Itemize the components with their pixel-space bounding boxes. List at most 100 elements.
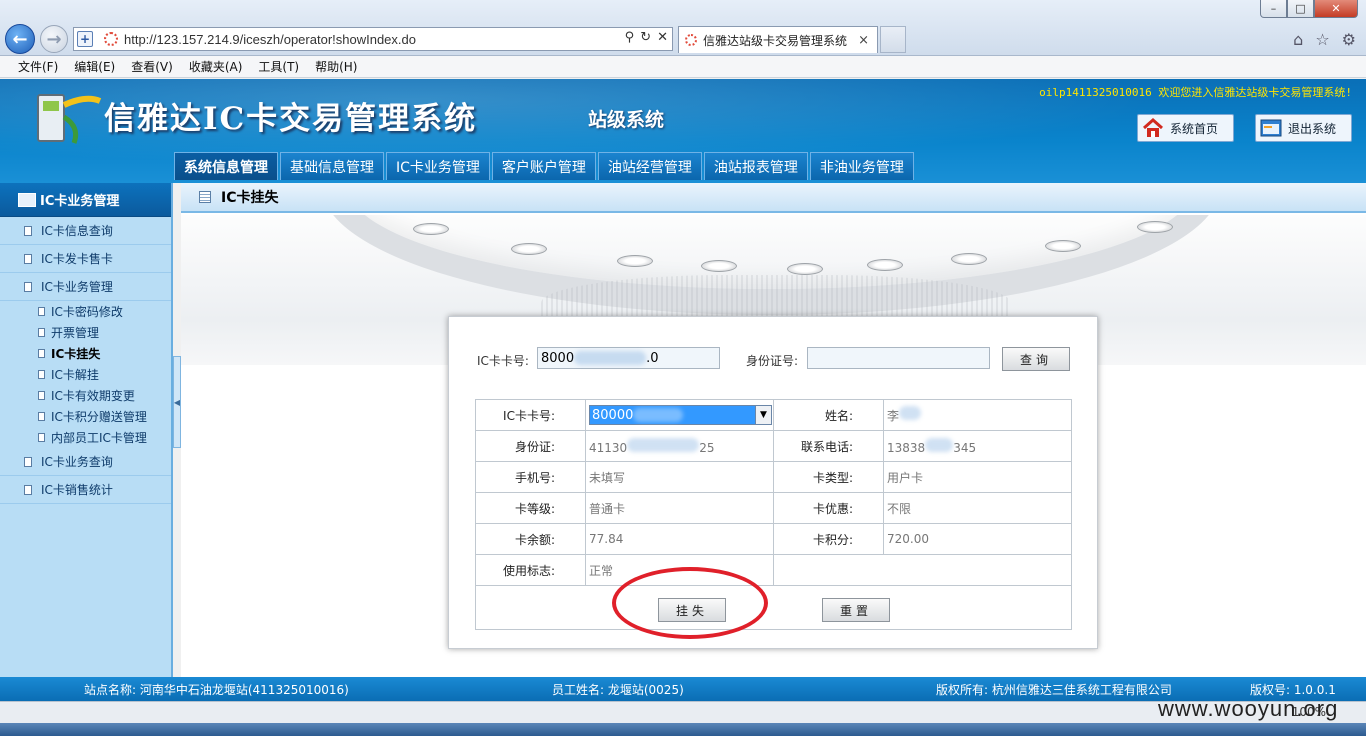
- redaction-blur: [633, 408, 684, 422]
- status-label: 使用标志:: [475, 554, 586, 586]
- maximize-button[interactable]: □: [1287, 0, 1314, 18]
- nav-customer-account[interactable]: 客户账户管理: [491, 152, 596, 180]
- compat-view-icon[interactable]: +: [77, 31, 93, 47]
- table-row: 卡等级: 普通卡 卡优惠: 不限: [475, 492, 1072, 524]
- phone-label: 联系电话:: [773, 430, 884, 462]
- menu-favorites[interactable]: 收藏夹(A): [189, 58, 243, 75]
- close-button[interactable]: ✕: [1314, 0, 1358, 18]
- tab-close-icon[interactable]: ×: [858, 33, 869, 48]
- browser-toolbar: ← → + http://123.157.214.9/iceszh/operat…: [0, 0, 1366, 56]
- sidebar-sub-password-change[interactable]: IC卡密码修改: [0, 301, 171, 322]
- sidebar-sub-report-loss[interactable]: IC卡挂失: [0, 343, 171, 364]
- stop-icon[interactable]: ✕: [657, 30, 668, 45]
- sidebar-sub-expiry-change[interactable]: IC卡有效期变更: [0, 385, 171, 406]
- sidebar-item-business-query[interactable]: IC卡业务查询: [0, 448, 171, 476]
- refresh-icon[interactable]: ↻: [640, 30, 651, 45]
- home-icon[interactable]: ⌂: [1293, 30, 1303, 49]
- address-url[interactable]: http://123.157.214.9/iceszh/operator!sho…: [124, 32, 416, 47]
- page-title: IC卡挂失: [221, 190, 279, 206]
- card-number-value: 80000: [592, 407, 634, 423]
- system-home-label: 系统首页: [1170, 121, 1219, 136]
- card-number-select[interactable]: 80000 ▼: [589, 405, 772, 425]
- sidebar-item-card-business[interactable]: IC卡业务管理: [0, 273, 171, 301]
- id-value-start: 41130: [589, 440, 628, 455]
- name-value-cell: 李: [883, 399, 1072, 431]
- favorites-icon[interactable]: ☆: [1315, 30, 1329, 49]
- points-value: 720.00: [883, 523, 1072, 555]
- nav-station-operation[interactable]: 油站经营管理: [597, 152, 702, 180]
- exit-system-button[interactable]: 退出系统: [1255, 114, 1352, 142]
- sidebar-sub-staff-card[interactable]: 内部员工IC卡管理: [0, 427, 171, 448]
- button-cell: 挂失 重置: [475, 585, 1072, 630]
- address-bar[interactable]: + http://123.157.214.9/iceszh/operator!s…: [73, 27, 673, 51]
- phone-value-cell: 13838 345: [883, 430, 1072, 462]
- name-label: 姓名:: [773, 399, 884, 431]
- highlight-annotation-circle: [612, 567, 768, 639]
- query-button[interactable]: 查询: [1002, 347, 1070, 371]
- menu-view[interactable]: 查看(V): [131, 58, 173, 75]
- sidebar-item-card-issue[interactable]: IC卡发卡售卡: [0, 245, 171, 273]
- sidebar-sub-unlock[interactable]: IC卡解挂: [0, 364, 171, 385]
- sidebar-sub-label: IC卡积分赠送管理: [51, 410, 147, 424]
- settings-icon[interactable]: ⚙: [1342, 30, 1356, 49]
- sidebar-item-label: IC卡业务管理: [41, 280, 113, 294]
- main-nav: 系统信息管理 基础信息管理 IC卡业务管理 客户账户管理 油站经营管理 油站报表…: [174, 152, 914, 180]
- id-value-end: 25: [699, 440, 715, 455]
- system-title: 信雅达IC卡交易管理系统: [104, 101, 478, 137]
- menu-edit[interactable]: 编辑(E): [74, 58, 115, 75]
- table-row: 使用标志: 正常: [475, 554, 1072, 586]
- sidebar: IC卡业务管理 IC卡信息查询 IC卡发卡售卡 IC卡业务管理 IC卡密码修改 …: [0, 183, 173, 677]
- footer-copyright: 版权所有: 杭州信雅达三佳系统工程有限公司: [936, 682, 1172, 697]
- id-number-input[interactable]: [807, 347, 990, 369]
- card-info-table: IC卡卡号: 80000 ▼ 姓名: 李 身份证: 41130 25 联系电话: …: [475, 399, 1072, 630]
- table-row: 手机号: 未填写 卡类型: 用户卡: [475, 461, 1072, 493]
- discount-label: 卡优惠:: [773, 492, 884, 524]
- redaction-blur: [899, 406, 922, 420]
- house-icon: [1143, 118, 1163, 137]
- tab-active[interactable]: 信雅达站级卡交易管理系统 ×: [678, 26, 878, 53]
- card-type-label: 卡类型:: [773, 461, 884, 493]
- sidebar-sub-invoice[interactable]: 开票管理: [0, 322, 171, 343]
- sidebar-sub-label: IC卡密码修改: [51, 305, 123, 319]
- card-number-end: .0: [646, 350, 659, 366]
- nav-station-report[interactable]: 油站报表管理: [703, 152, 808, 180]
- sidebar-item-card-query[interactable]: IC卡信息查询: [0, 217, 171, 245]
- sidebar-sub-label: 开票管理: [51, 326, 100, 340]
- menu-file[interactable]: 文件(F): [18, 58, 58, 75]
- button-row: 挂失 重置: [475, 585, 1072, 630]
- nav-system-info[interactable]: 系统信息管理: [174, 152, 278, 180]
- nav-basic-info[interactable]: 基础信息管理: [280, 152, 384, 180]
- card-number-input[interactable]: 8000 .0: [537, 347, 720, 369]
- fuel-pump-logo-icon: [37, 94, 102, 144]
- phone-value-start: 13838: [887, 440, 926, 455]
- points-label: 卡积分:: [773, 523, 884, 555]
- back-button[interactable]: ←: [5, 24, 35, 54]
- card-number-start: 8000: [541, 350, 575, 366]
- mobile-value: 未填写: [585, 461, 774, 493]
- sidebar-header: IC卡业务管理: [0, 183, 171, 217]
- document-icon: [38, 328, 45, 337]
- nav-ic-card-business[interactable]: IC卡业务管理: [386, 152, 490, 180]
- nav-non-oil-business[interactable]: 非油业务管理: [809, 152, 914, 180]
- exit-system-label: 退出系统: [1288, 121, 1337, 136]
- minimize-button[interactable]: –: [1260, 0, 1287, 18]
- forward-button[interactable]: →: [40, 25, 68, 53]
- content-header: IC卡挂失: [181, 183, 1366, 213]
- sidebar-item-sales-stats[interactable]: IC卡销售统计: [0, 476, 171, 504]
- chevron-down-icon[interactable]: ▼: [755, 406, 771, 424]
- new-tab-button[interactable]: [880, 26, 906, 53]
- system-home-button[interactable]: 系统首页: [1137, 114, 1234, 142]
- sidebar-toggle-handle[interactable]: ◀: [173, 356, 181, 448]
- reset-button[interactable]: 重置: [822, 598, 890, 622]
- lamp-decoration: [787, 263, 823, 275]
- menu-tools[interactable]: 工具(T): [258, 58, 299, 75]
- redaction-blur: [627, 437, 700, 452]
- balance-value: 77.84: [585, 523, 774, 555]
- watermark: www.wooyun.org: [1158, 696, 1339, 721]
- sidebar-sub-points-gift[interactable]: IC卡积分赠送管理: [0, 406, 171, 427]
- document-icon: [24, 225, 32, 236]
- menu-help[interactable]: 帮助(H): [315, 58, 357, 75]
- search-icon[interactable]: ⚲: [625, 30, 635, 45]
- sidebar-item-label: IC卡信息查询: [41, 224, 113, 238]
- lamp-decoration: [701, 260, 737, 272]
